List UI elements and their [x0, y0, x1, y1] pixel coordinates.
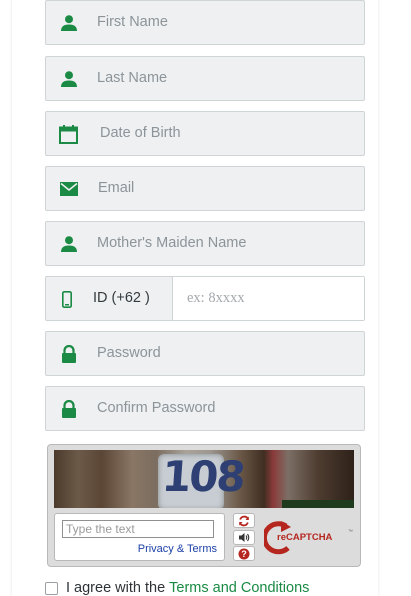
refresh-icon — [239, 515, 249, 526]
confirm-password-input[interactable] — [97, 387, 356, 430]
captcha-image-strip — [282, 500, 354, 508]
last-name-field[interactable] — [45, 56, 365, 101]
terms-checkbox[interactable] — [45, 581, 58, 595]
svg-text:™: ™ — [348, 529, 353, 535]
user-icon — [59, 13, 79, 33]
lock-icon — [59, 399, 79, 419]
password-field[interactable] — [45, 331, 365, 376]
user-icon — [59, 234, 79, 254]
recaptcha-widget: 108 Privacy & Terms ? reCAPTCHA ™ — [47, 444, 361, 567]
terms-link[interactable]: Terms and Conditions — [169, 580, 309, 596]
terms-label: I agree with the — [66, 580, 166, 596]
date-of-birth-field[interactable] — [45, 111, 365, 156]
email-field[interactable] — [45, 166, 365, 211]
date-of-birth-input[interactable] — [100, 112, 356, 155]
phone-number-input[interactable] — [173, 277, 364, 320]
confirm-password-field[interactable] — [45, 386, 365, 431]
envelope-icon — [59, 179, 79, 199]
privacy-terms-link[interactable]: Privacy & Terms — [138, 543, 217, 555]
captcha-response-input[interactable] — [62, 520, 214, 538]
speaker-icon — [239, 532, 250, 542]
help-button[interactable]: ? — [233, 546, 255, 561]
first-name-input[interactable] — [97, 1, 356, 44]
recaptcha-logo: reCAPTCHA ™ — [261, 518, 356, 558]
svg-text:?: ? — [241, 549, 247, 559]
phone-field[interactable]: ID (+62 ) — [45, 276, 365, 321]
captcha-challenge-image: 108 — [54, 450, 354, 508]
lock-icon — [59, 344, 79, 364]
mother-maiden-name-field[interactable] — [45, 221, 365, 266]
mobile-phone-icon — [57, 289, 77, 309]
last-name-input[interactable] — [97, 57, 356, 100]
user-icon — [59, 69, 79, 89]
svg-text:reCAPTCHA: reCAPTCHA — [277, 532, 333, 543]
first-name-field[interactable] — [45, 0, 365, 45]
captcha-challenge-text: 108 — [160, 452, 246, 501]
captcha-tools: ? — [233, 513, 257, 561]
audio-challenge-button[interactable] — [233, 529, 255, 545]
terms-agreement: I agree with the Terms and Conditions — [45, 580, 309, 596]
calendar-icon — [58, 124, 78, 144]
email-input[interactable] — [98, 167, 356, 210]
help-icon: ? — [238, 548, 250, 559]
captcha-input-box: Privacy & Terms — [54, 513, 225, 561]
country-code-prefix: ID (+62 ) — [93, 290, 150, 306]
mother-maiden-name-input[interactable] — [97, 222, 356, 265]
refresh-button[interactable] — [233, 513, 255, 528]
password-input[interactable] — [97, 332, 356, 375]
